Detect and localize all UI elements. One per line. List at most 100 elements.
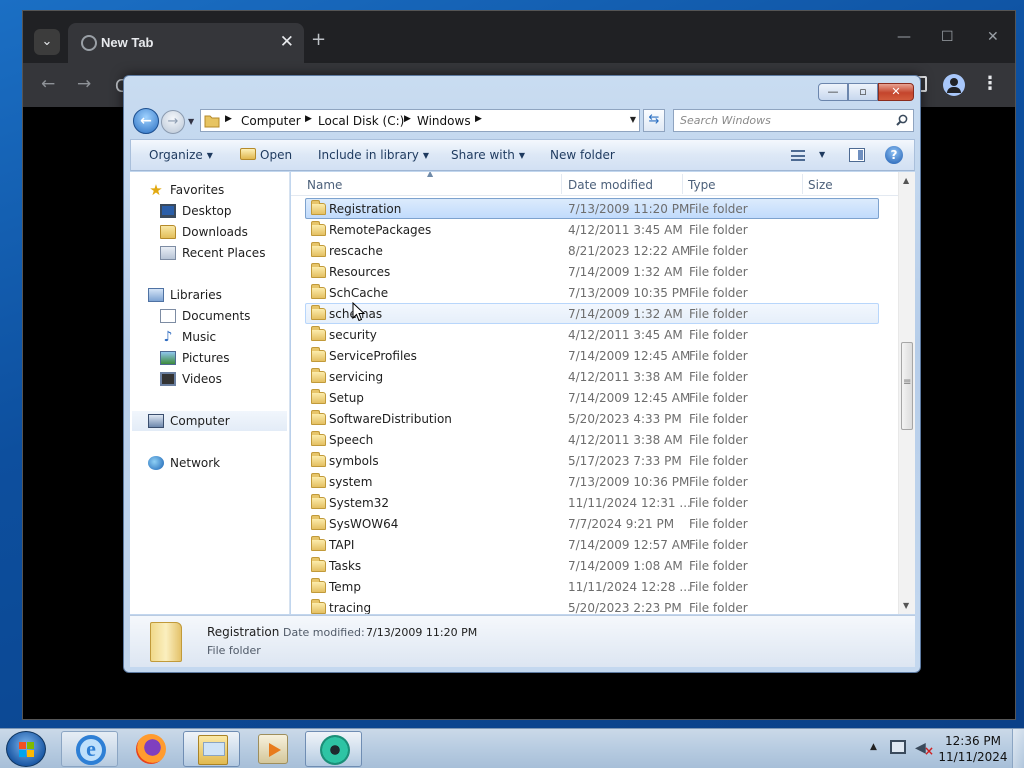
column-divider[interactable] [682,174,683,194]
browser-menu-icon[interactable]: ⋮ [981,73,999,94]
breadcrumb-separator[interactable]: ▶ [225,114,232,124]
file-row[interactable]: security 4/12/2011 3:45 AM File folder [305,324,879,345]
browser-back-button[interactable]: ← [41,74,55,94]
show-hidden-icons-button[interactable]: ▲ [870,742,877,752]
file-row[interactable]: SchCache 7/13/2009 10:35 PM File folder [305,282,879,303]
recent-pages-dropdown[interactable]: ▼ [188,117,194,126]
network-status-icon[interactable] [890,740,906,754]
system-clock[interactable]: 12:36 PM 11/11/2024 [938,733,1008,765]
nav-downloads[interactable]: Downloads [160,222,248,242]
new-tab-button[interactable]: + [311,29,326,50]
file-row[interactable]: Tasks 7/14/2009 1:08 AM File folder [305,555,879,576]
file-type: File folder [689,307,748,321]
nav-libraries[interactable]: Libraries [148,285,222,305]
preview-pane-icon[interactable] [849,148,865,162]
file-name: SysWOW64 [329,517,399,531]
browser-tab-title: New Tab [101,35,154,50]
file-row[interactable]: Registration 7/13/2009 11:20 PM File folde… [305,198,879,219]
breadcrumb-local-disk[interactable]: Local Disk (C:) [318,114,404,128]
file-row[interactable]: tracing 5/20/2023 2:23 PM File folder [305,597,879,614]
browser-maximize-button[interactable]: ☐ [941,29,954,45]
back-arrow-icon[interactable]: ← [133,108,159,134]
nav-favorites[interactable]: ★ Favorites [148,180,224,200]
maximize-button[interactable]: ▫ [848,83,878,101]
file-date-modified: 7/14/2009 12:57 AM [568,538,691,552]
close-tab-button[interactable]: ✕ [280,32,294,52]
details-item-type: File folder [207,644,261,657]
search-box[interactable] [673,109,914,132]
profile-icon[interactable] [943,74,965,96]
organize-button[interactable]: Organize ▼ [149,148,213,162]
file-row[interactable]: schemas7/14/2009 1:32 AMFile folder [305,303,879,324]
share-with-button[interactable]: Share with ▼ [451,148,525,162]
file-row[interactable]: servicing 4/12/2011 3:38 AM File folder [305,366,879,387]
scroll-up-arrow[interactable]: ▲ [903,176,909,185]
file-row[interactable]: RemotePackages 4/12/2011 3:45 AM File fold… [305,219,879,240]
scroll-down-arrow[interactable]: ▼ [903,601,909,610]
taskbar-media-player[interactable] [244,731,301,767]
file-row[interactable]: TAPI 7/14/2009 12:57 AM File folder [305,534,879,555]
include-in-library-button[interactable]: Include in library ▼ [318,148,429,162]
views-dropdown-icon[interactable]: ▼ [819,150,825,159]
breadcrumb-separator[interactable]: ▶ [305,114,312,124]
share-with-label: Share with [451,148,515,162]
browser-forward-button[interactable]: → [77,74,91,94]
search-input[interactable] [680,111,885,130]
close-button[interactable]: ✕ [878,83,914,101]
file-row[interactable]: Temp 11/11/2024 12:28 ... File folder [305,576,879,597]
column-header-type[interactable]: Type [688,178,716,192]
column-header-date-modified[interactable]: Date modified [568,178,653,192]
nav-videos[interactable]: Videos [160,369,222,389]
nav-music[interactable]: ♪ Music [160,327,217,347]
change-view-icon[interactable] [791,150,805,161]
address-bar[interactable]: ▶ Computer ▶ Local Disk (C:) ▶ Windows ▶… [200,109,640,132]
taskbar-windows-explorer[interactable] [183,731,240,767]
show-desktop-button[interactable] [1012,729,1024,768]
breadcrumb-windows[interactable]: Windows [417,114,471,128]
column-divider[interactable] [802,174,803,194]
address-dropdown-icon[interactable]: ▼ [630,115,636,124]
vertical-scrollbar[interactable]: ▲ ▼ [898,172,915,614]
help-icon[interactable]: ? [885,146,903,164]
nav-computer[interactable]: Computer [132,411,287,431]
file-date-modified: 7/14/2009 12:45 AM [568,391,691,405]
file-row[interactable]: symbols 5/17/2023 7:33 PM File folder [305,450,879,471]
browser-tab-new-tab[interactable]: New Tab ✕ [68,23,304,63]
taskbar-firefox[interactable] [122,731,179,767]
tab-search-button[interactable]: ⌄ [34,29,60,55]
scrollbar-thumb[interactable] [901,342,913,430]
start-button[interactable] [6,731,46,767]
column-header-size[interactable]: Size [808,178,833,192]
nav-desktop[interactable]: Desktop [160,201,232,221]
minimize-button[interactable]: — [818,83,848,101]
browser-close-button[interactable]: ✕ [987,29,999,45]
file-row[interactable]: SysWOW64 7/7/2024 9:21 PM File folder [305,513,879,534]
breadcrumb-separator[interactable]: ▶ [404,114,411,124]
taskbar-chrome-app[interactable] [305,731,362,767]
file-row[interactable]: SoftwareDistribution 5/20/2023 4:33 PM Fil… [305,408,879,429]
taskbar-internet-explorer[interactable]: e [61,731,118,767]
open-button[interactable]: Open [240,148,292,162]
file-row[interactable]: Speech 4/12/2011 3:38 AM File folder [305,429,879,450]
column-header-name[interactable]: Name [307,178,342,192]
nav-recent-places[interactable]: Recent Places [160,243,265,263]
breadcrumb-computer[interactable]: Computer [241,114,301,128]
file-row[interactable]: System32 11/11/2024 12:31 ... File folder [305,492,879,513]
file-row[interactable]: rescache 8/21/2023 12:22 AM File folder [305,240,879,261]
refresh-icon[interactable]: ⇆ [643,109,665,132]
file-row[interactable]: Setup 7/14/2009 12:45 AM File folder [305,387,879,408]
breadcrumb-separator[interactable]: ▶ [475,114,482,124]
new-folder-button[interactable]: New folder [550,148,615,162]
search-icon[interactable] [896,114,908,126]
file-row[interactable]: Resources 7/14/2009 1:32 AM File folder [305,261,879,282]
column-divider[interactable] [561,174,562,194]
browser-minimize-button[interactable]: — [897,29,911,45]
forward-arrow-icon[interactable]: → [161,110,185,134]
details-date-value: 7/13/2009 11:20 PM [366,626,478,639]
nav-pictures[interactable]: Pictures [160,348,230,368]
nav-network[interactable]: Network [148,453,220,473]
file-row[interactable]: ServiceProfiles 7/14/2009 12:45 AM File fo… [305,345,879,366]
volume-muted-icon[interactable]: ◀ [915,740,934,759]
file-row[interactable]: system 7/13/2009 10:36 PM File folder [305,471,879,492]
nav-documents[interactable]: Documents [160,306,250,326]
